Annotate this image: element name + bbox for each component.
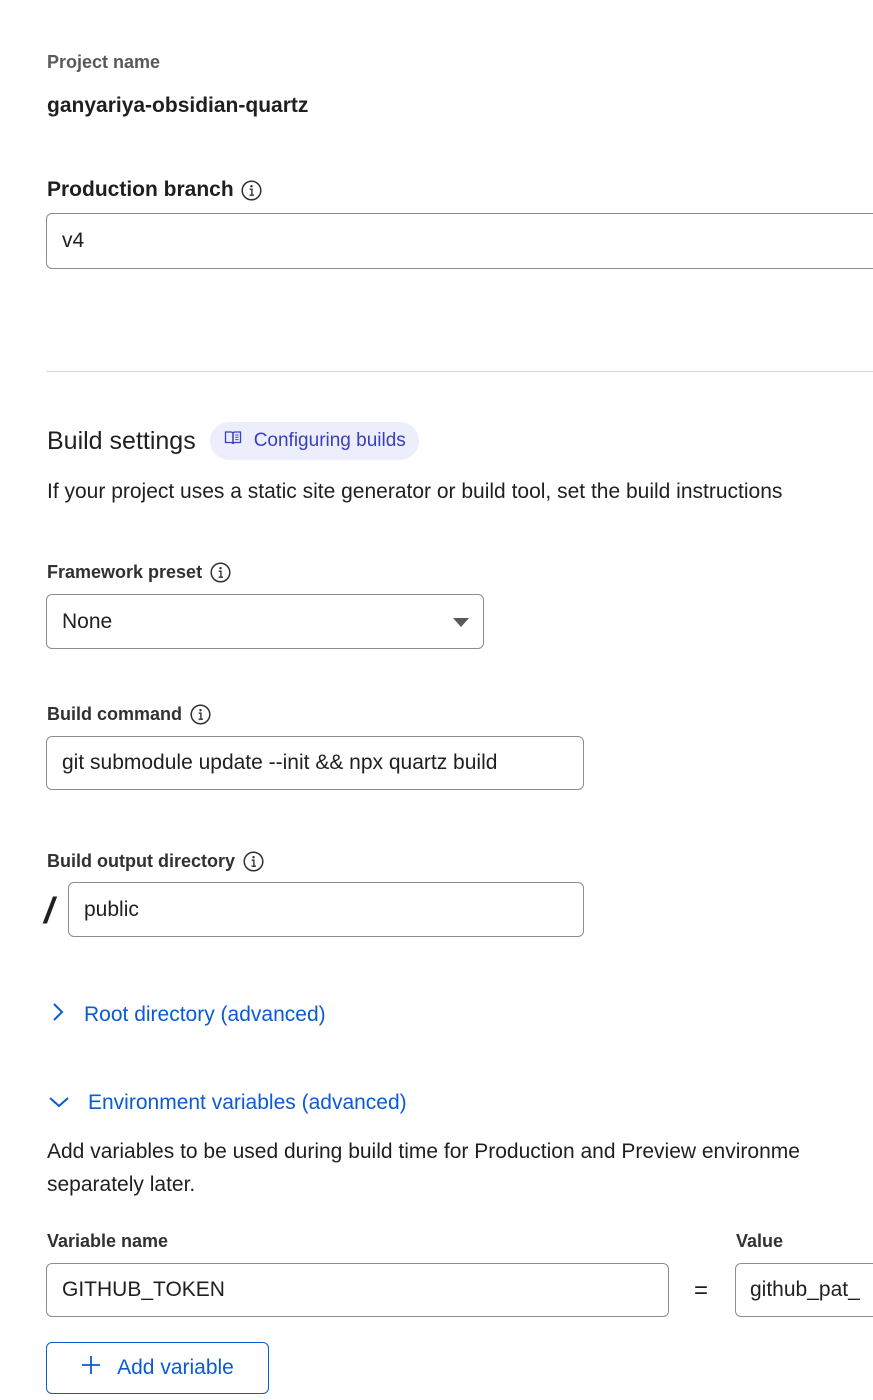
caret-down-icon (453, 617, 469, 627)
chevron-right-icon (50, 1002, 66, 1028)
info-icon[interactable] (190, 704, 211, 725)
project-name-value: ganyariya-obsidian-quartz (47, 94, 309, 117)
variable-name-header: Variable name (47, 1231, 169, 1251)
build-command-value: git submodule update --init && npx quart… (62, 751, 498, 774)
project-name-label: Project name (47, 52, 161, 72)
build-settings-description: If your project uses a static site gener… (47, 480, 783, 503)
info-icon[interactable] (210, 562, 231, 583)
environment-variables-description-line2: separately later. (47, 1173, 196, 1196)
chevron-down-icon (48, 1091, 70, 1115)
variable-value-text: github_pat_ (750, 1278, 860, 1301)
build-output-label: Build output directory (47, 851, 235, 871)
root-directory-label: Root directory (advanced) (84, 1003, 326, 1026)
production-branch-heading: Production branch (47, 178, 262, 202)
framework-preset-label: Framework preset (47, 562, 203, 582)
framework-preset-heading: Framework preset (47, 562, 231, 583)
build-output-input[interactable]: public (68, 882, 584, 937)
variable-name-input[interactable]: GITHUB_TOKEN (46, 1263, 669, 1317)
plus-icon (81, 1355, 101, 1381)
configuring-builds-label: Configuring builds (253, 430, 406, 451)
add-variable-label: Add variable (117, 1356, 234, 1379)
framework-preset-selected: None (62, 609, 113, 633)
build-command-input[interactable]: git submodule update --init && npx quart… (46, 736, 584, 790)
add-variable-button[interactable]: Add variable (46, 1342, 269, 1394)
configuring-builds-link[interactable]: Configuring builds (209, 422, 419, 460)
equals-sign: = (694, 1277, 709, 1304)
variable-value-input[interactable]: github_pat_ (735, 1263, 873, 1317)
production-branch-value: v4 (62, 229, 85, 252)
production-branch-label: Production branch (47, 178, 234, 201)
variable-name-value: GITHUB_TOKEN (62, 1278, 225, 1301)
root-slash-prefix: / (44, 890, 55, 931)
info-icon[interactable] (243, 851, 264, 872)
build-output-value: public (84, 897, 139, 921)
environment-variables-description-line1: Add variables to be used during build ti… (47, 1140, 800, 1163)
section-divider (46, 371, 873, 372)
framework-preset-select[interactable]: None (46, 594, 484, 649)
build-settings-heading: Build settings Configuring builds (47, 422, 419, 460)
build-command-label: Build command (47, 704, 183, 724)
variable-value-header: Value (736, 1231, 784, 1251)
root-directory-toggle[interactable]: Root directory (advanced) (50, 1002, 326, 1028)
build-command-heading: Build command (47, 704, 211, 725)
build-settings-title: Build settings (47, 426, 196, 455)
environment-variables-label: Environment variables (advanced) (88, 1091, 407, 1114)
build-output-heading: Build output directory (47, 851, 264, 872)
info-icon[interactable] (241, 179, 262, 201)
production-branch-input[interactable]: v4 (46, 213, 873, 269)
book-icon (224, 430, 242, 452)
environment-variables-toggle[interactable]: Environment variables (advanced) (48, 1091, 407, 1115)
